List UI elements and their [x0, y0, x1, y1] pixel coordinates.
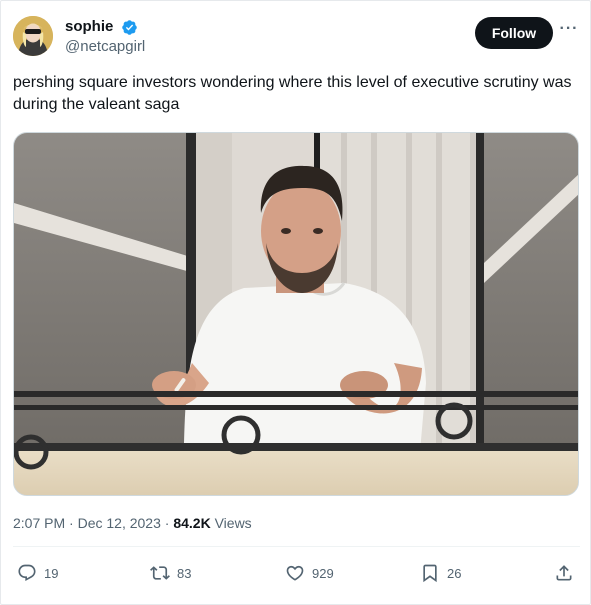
divider	[13, 546, 580, 547]
avatar[interactable]	[13, 16, 53, 56]
tweet-card: sophie @netcapgirl Follow ··· pershing s…	[0, 0, 591, 605]
repost-count: 83	[177, 565, 192, 581]
tweet-header: sophie @netcapgirl Follow ···	[13, 16, 580, 58]
share-button[interactable]	[554, 559, 574, 587]
author-handle[interactable]: @netcapgirl	[65, 37, 145, 57]
author-names: sophie @netcapgirl	[65, 17, 145, 57]
bookmark-button[interactable]: 26	[420, 559, 461, 587]
reply-icon	[18, 564, 36, 582]
views-count: 84.2K	[173, 515, 211, 531]
heart-icon	[286, 565, 304, 581]
follow-button[interactable]: Follow	[475, 17, 553, 49]
separator: ·	[69, 515, 74, 531]
separator: ·	[164, 515, 170, 531]
repost-button[interactable]: 83	[150, 559, 191, 587]
like-count: 929	[312, 565, 334, 581]
tweet-text: pershing square investors wondering wher…	[13, 74, 572, 113]
views-label: Views	[214, 515, 252, 531]
action-bar: 19 83 929 26	[13, 559, 580, 587]
repost-icon	[150, 566, 170, 580]
share-icon	[556, 565, 572, 581]
bookmark-icon	[423, 564, 437, 583]
reply-button[interactable]: 19	[17, 559, 58, 587]
more-options-icon[interactable]: ···	[559, 20, 579, 44]
like-button[interactable]: 929	[285, 559, 334, 587]
verified-badge-icon	[121, 19, 138, 36]
tweet-photo[interactable]	[13, 132, 579, 496]
bookmark-count: 26	[447, 565, 462, 581]
tweet-date[interactable]: Dec 12, 2023	[78, 515, 161, 531]
tweet-metadata: 2:07 PM · Dec 12, 2023 · 84.2K Views	[13, 514, 252, 532]
author-display-name[interactable]: sophie	[65, 17, 113, 37]
reply-count: 19	[44, 565, 59, 581]
tweet-time[interactable]: 2:07 PM	[13, 515, 65, 531]
